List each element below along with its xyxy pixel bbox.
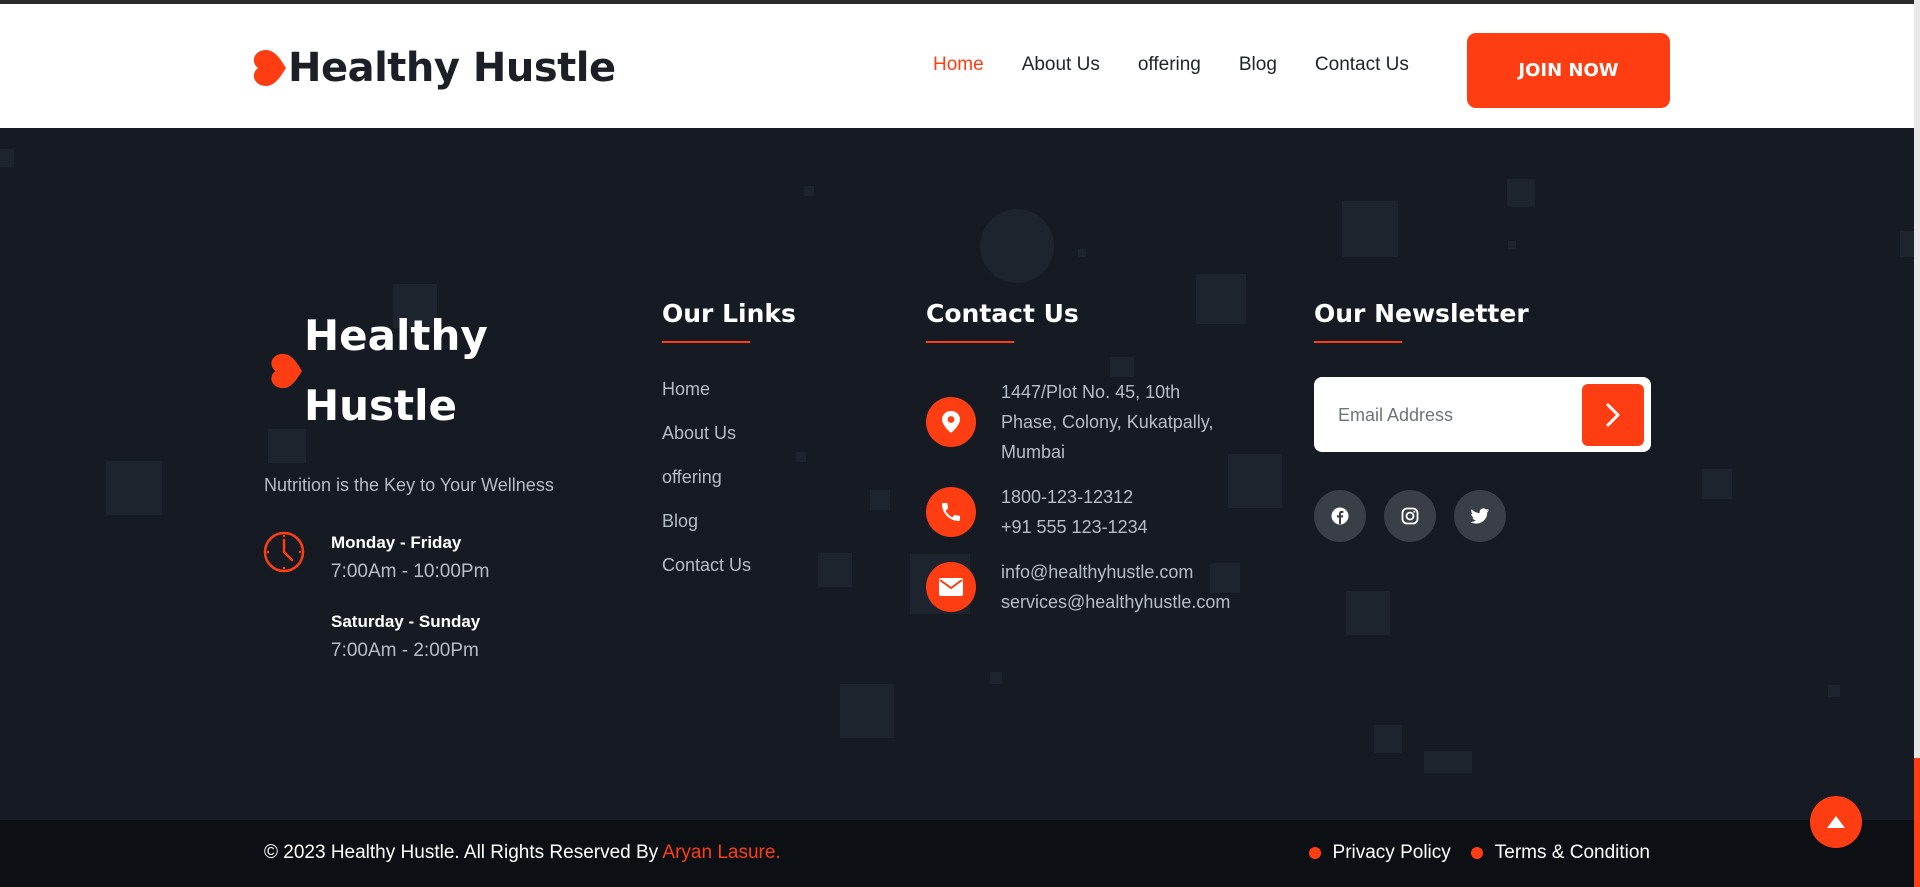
- terms-link[interactable]: Terms & Condition: [1470, 842, 1650, 864]
- bg-decoration: [870, 490, 890, 510]
- nav-contact-us[interactable]: Contact Us: [1315, 54, 1409, 76]
- title-underline: [662, 341, 750, 343]
- facebook-button[interactable]: [1314, 490, 1366, 542]
- nav-about-us[interactable]: About Us: [1022, 54, 1100, 76]
- phone-text: 1800-123-12312 +91 555 123-1234: [1001, 482, 1148, 542]
- hours-time: 7:00Am - 10:00Pm: [331, 561, 490, 582]
- newsletter-email-input[interactable]: [1338, 395, 1558, 435]
- bg-decoration: [1228, 454, 1282, 508]
- bg-decoration: [1828, 685, 1840, 697]
- contact-us-title: Contact Us: [926, 299, 1079, 328]
- instagram-button[interactable]: [1384, 490, 1436, 542]
- nav-home[interactable]: Home: [933, 54, 984, 76]
- address-text: 1447/Plot No. 45, 10th Phase, Colony, Ku…: [1001, 377, 1213, 467]
- caret-up-icon: [1827, 816, 1845, 828]
- hours-weekday: Monday - Friday 7:00Am - 10:00Pm: [331, 533, 489, 583]
- scrollbar-thumb[interactable]: [1914, 758, 1920, 887]
- location-icon: [926, 397, 976, 447]
- site-header: Healthy Hustle Home About Us offering Bl…: [0, 4, 1914, 128]
- bg-decoration: [1507, 179, 1535, 207]
- footer-link-blog[interactable]: Blog: [662, 511, 751, 532]
- bg-decoration: [1374, 725, 1402, 753]
- hours-day: Saturday - Sunday: [331, 612, 481, 631]
- footer-link-home[interactable]: Home: [662, 379, 751, 400]
- bg-decoration: [840, 684, 894, 738]
- bg-decoration: [980, 209, 1054, 283]
- facebook-icon: [1331, 507, 1349, 525]
- twitter-button[interactable]: [1454, 490, 1506, 542]
- bg-decoration: [818, 553, 852, 587]
- footer-link-offering[interactable]: offering: [662, 467, 751, 488]
- bg-decoration: [1702, 469, 1732, 499]
- bg-decoration: [1078, 249, 1086, 257]
- chevron-right-icon: [1606, 403, 1620, 427]
- bg-decoration: [1900, 231, 1914, 257]
- title-underline: [926, 341, 1014, 343]
- footer-link-contact-us[interactable]: Contact Us: [662, 555, 751, 576]
- nav-blog[interactable]: Blog: [1239, 54, 1277, 76]
- newsletter-form: [1314, 377, 1651, 452]
- nav-offering[interactable]: offering: [1138, 54, 1201, 76]
- address-line: Mumbai: [1001, 442, 1066, 462]
- bg-decoration: [1110, 357, 1134, 377]
- header-brand-name: Healthy Hustle: [288, 45, 616, 91]
- email-address[interactable]: services@healthyhustle.com: [1001, 587, 1230, 617]
- title-underline: [1314, 341, 1402, 343]
- copyright: © 2023 Healthy Hustle. All Rights Reserv…: [264, 842, 781, 864]
- bullet-dot: [1308, 847, 1321, 859]
- bg-decoration: [0, 149, 14, 167]
- footer-tagline: Nutrition is the Key to Your Wellness: [264, 475, 554, 495]
- privacy-policy-label: Privacy Policy: [1332, 842, 1451, 863]
- phone-number[interactable]: 1800-123-12312: [1001, 482, 1148, 512]
- clock-icon: [263, 531, 305, 573]
- twitter-icon: [1470, 507, 1490, 524]
- heart-logo-icon: [271, 353, 302, 389]
- bg-decoration: [990, 672, 1002, 684]
- scrollbar-track[interactable]: [1914, 0, 1920, 887]
- join-now-button[interactable]: JOIN NOW: [1467, 33, 1670, 108]
- bg-decoration: [1424, 751, 1472, 773]
- footer-brand-line: Hustle: [304, 381, 458, 430]
- author-link[interactable]: Aryan Lasure.: [662, 842, 780, 863]
- bg-decoration: [1342, 201, 1398, 257]
- bg-decoration: [1196, 274, 1246, 324]
- email-address[interactable]: info@healthyhustle.com: [1001, 557, 1230, 587]
- bottom-bar: © 2023 Healthy Hustle. All Rights Reserv…: [0, 820, 1914, 887]
- address-line: Phase, Colony, Kukatpally,: [1001, 412, 1214, 432]
- hours-weekend: Saturday - Sunday 7:00Am - 2:00Pm: [331, 612, 480, 662]
- back-to-top-button[interactable]: [1810, 796, 1862, 848]
- site-footer: Healthy Hustle Nutrition is the Key to Y…: [0, 149, 1914, 820]
- footer-link-about-us[interactable]: About Us: [662, 423, 751, 444]
- terms-label: Terms & Condition: [1494, 842, 1650, 863]
- instagram-icon: [1401, 507, 1419, 525]
- phone-number[interactable]: +91 555 123-1234: [1001, 512, 1148, 542]
- hours-day: Monday - Friday: [331, 533, 462, 552]
- bg-decoration: [1346, 591, 1390, 635]
- header-logo[interactable]: Healthy Hustle: [246, 37, 616, 99]
- main-nav: Home About Us offering Blog Contact Us: [933, 54, 1409, 76]
- newsletter-title: Our Newsletter: [1314, 299, 1529, 328]
- our-links-title: Our Links: [662, 299, 796, 328]
- mail-icon: [926, 562, 976, 612]
- copyright-text: © 2023 Healthy Hustle. All Rights Reserv…: [264, 842, 663, 863]
- bg-decoration: [1508, 241, 1516, 249]
- phone-icon: [926, 487, 976, 537]
- address-line: 1447/Plot No. 45, 10th: [1001, 382, 1181, 402]
- email-text: info@healthyhustle.com services@healthyh…: [1001, 557, 1230, 617]
- bullet-dot: [1470, 847, 1483, 859]
- footer-brand-line: Healthy: [304, 311, 488, 360]
- footer-links: Home About Us offering Blog Contact Us: [662, 379, 751, 599]
- heart-logo-icon: [253, 50, 286, 86]
- bg-decoration: [106, 461, 162, 515]
- bg-decoration: [796, 452, 806, 462]
- bg-decoration: [804, 186, 814, 196]
- privacy-policy-link[interactable]: Privacy Policy: [1308, 842, 1451, 864]
- footer-brand-name: Healthy Hustle: [304, 301, 494, 441]
- footer-logo[interactable]: Healthy Hustle: [264, 301, 494, 441]
- newsletter-submit-button[interactable]: [1582, 384, 1644, 446]
- legal-links: Privacy Policy Terms & Condition: [1308, 842, 1650, 864]
- hours-time: 7:00Am - 2:00Pm: [331, 640, 479, 661]
